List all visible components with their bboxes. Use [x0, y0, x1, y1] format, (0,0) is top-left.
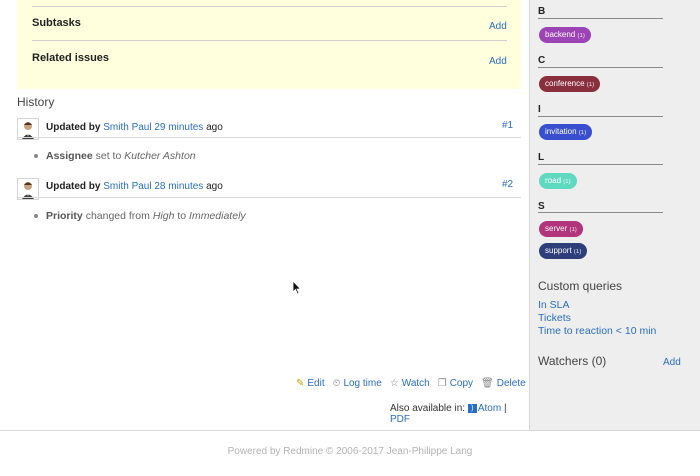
atom-link[interactable]: Atom [478, 403, 501, 414]
tag-road[interactable]: road (1) [539, 173, 577, 189]
feed-icon: ) [467, 403, 477, 413]
journal-prefix: Updated by [46, 181, 101, 192]
journal-detail: Assignee set to Kutcher Ashton [34, 150, 196, 162]
tag-support[interactable]: support (1) [539, 243, 588, 259]
watch-action[interactable]: ☆ Watch [390, 378, 430, 389]
detail-field: Priority [46, 210, 83, 222]
add-subtask-link[interactable]: Add [489, 21, 507, 32]
journal-number-link[interactable]: #1 [502, 120, 513, 131]
divider [17, 137, 521, 138]
copy-action[interactable]: ❐ Copy [438, 378, 473, 389]
divider [538, 67, 663, 68]
edit-action[interactable]: ✎ Edit [296, 378, 325, 389]
journal-author-link[interactable]: Smith Paul [103, 122, 151, 133]
clock-icon: ⏲ [332, 378, 341, 389]
tag-label: invitation [545, 127, 577, 136]
tag-label: road [545, 176, 562, 185]
bullet [34, 154, 38, 159]
issue-actions: ✎ Edit ⏲ Log time ☆ Watch ❐ Copy 🗑 Delet… [296, 378, 526, 389]
tag-label: backend [545, 30, 576, 39]
sidebar: B backend (1) C conference (1) I invitat… [529, 0, 700, 430]
tag-count: (1) [578, 130, 587, 136]
export-label: Also available in: [390, 403, 466, 414]
tag-label: conference [545, 79, 585, 88]
detail-value: High [152, 210, 175, 222]
subtasks-title: Subtasks [32, 17, 81, 29]
journal-suffix: ago [206, 181, 223, 192]
edit-link[interactable]: Edit [307, 378, 324, 389]
tag-conference[interactable]: conference (1) [539, 76, 601, 92]
journal-prefix: Updated by [46, 122, 101, 133]
copy-icon: ❐ [437, 378, 447, 389]
tag-group-letter: C [538, 55, 546, 66]
log-time-link[interactable]: Log time [343, 378, 381, 389]
divider [538, 164, 663, 165]
divider [538, 18, 663, 19]
delete-action[interactable]: 🗑 Delete [481, 378, 526, 389]
history-title: History [17, 95, 55, 109]
tag-group-letter: S [538, 201, 545, 212]
journal-time-link[interactable]: 28 minutes [154, 181, 203, 192]
journal-author-link[interactable]: Smith Paul [103, 181, 151, 192]
footer: Powered by Redmine © 2006-2017 Jean-Phil… [0, 430, 700, 476]
copy-link[interactable]: Copy [450, 378, 473, 389]
detail-text: changed from [85, 210, 150, 222]
tag-group-letter: L [538, 152, 545, 163]
export-separator: | [503, 403, 507, 414]
divider [538, 116, 663, 117]
tag-label: server [545, 224, 568, 233]
journal-time-link[interactable]: 29 minutes [154, 122, 203, 133]
journal-detail: Priority changed from High to Immediatel… [34, 210, 246, 222]
mouse-cursor-icon [292, 280, 302, 295]
query-link[interactable]: Tickets [538, 312, 571, 324]
query-link[interactable]: Time to reaction < 10 min [538, 325, 656, 337]
detail-text: to [177, 210, 187, 222]
watch-link[interactable]: Watch [402, 378, 430, 389]
tag-count: (1) [586, 82, 595, 88]
detail-value: Immediately [189, 210, 246, 222]
tag-backend[interactable]: backend (1) [539, 27, 591, 43]
tag-count: (1) [569, 227, 577, 233]
issue-details-box [17, 0, 521, 89]
detail-value: Kutcher Ashton [124, 150, 196, 162]
detail-field: Assignee [46, 150, 93, 162]
add-related-issue-link[interactable]: Add [489, 56, 507, 67]
journal-suffix: ago [206, 122, 223, 133]
divider [17, 197, 521, 198]
star-icon: ☆ [389, 378, 399, 389]
custom-queries-title: Custom queries [538, 279, 623, 293]
log-time-action[interactable]: ⏲ Log time [333, 378, 382, 389]
related-issues-title: Related issues [32, 52, 110, 64]
divider [538, 212, 663, 213]
export-formats: Also available in: ) Atom | PDF [390, 403, 529, 425]
tag-count: (1) [573, 249, 582, 255]
tag-count: (1) [577, 33, 585, 39]
watchers-title: Watchers (0) [538, 354, 607, 368]
divider [32, 40, 507, 41]
query-link[interactable]: In SLA [538, 299, 570, 311]
tag-count: (1) [563, 179, 571, 185]
trash-icon: 🗑 [481, 378, 494, 389]
tag-label: support [545, 246, 572, 255]
tag-group-letter: I [538, 104, 541, 115]
add-watcher-link[interactable]: Add [663, 357, 681, 368]
journal-header: Updated by Smith Paul 29 minutes ago [46, 122, 223, 133]
main-content: Subtasks Add Related issues Add History … [0, 0, 529, 430]
journal-header: Updated by Smith Paul 28 minutes ago [46, 181, 223, 192]
pdf-link[interactable]: PDF [390, 414, 410, 425]
bullet [34, 214, 38, 219]
journal-number-link[interactable]: #2 [502, 179, 513, 190]
delete-link[interactable]: Delete [497, 378, 526, 389]
detail-text: set to [95, 150, 122, 162]
pencil-icon: ✎ [296, 378, 305, 389]
tag-server[interactable]: server (1) [539, 221, 583, 237]
tag-group-letter: B [538, 6, 546, 17]
divider [32, 6, 507, 7]
footer-text: Powered by Redmine © 2006-2017 Jean-Phil… [227, 446, 473, 457]
tag-invitation[interactable]: invitation (1) [539, 124, 593, 140]
